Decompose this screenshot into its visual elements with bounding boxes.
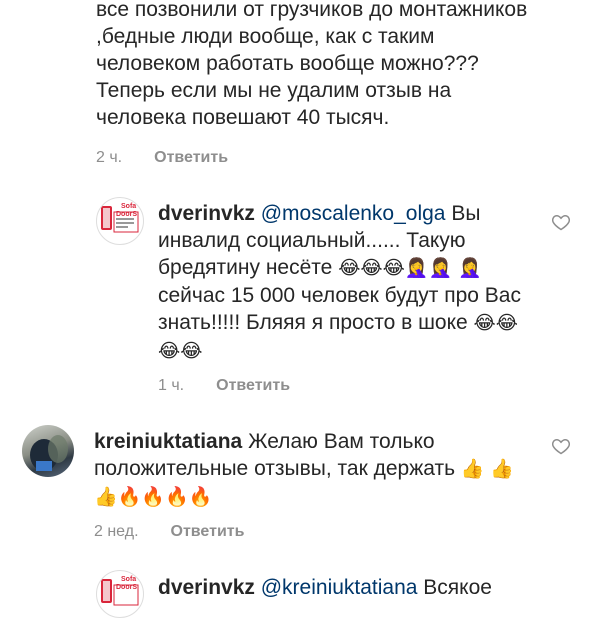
mention-link[interactable]: @kreiniuktatiana bbox=[261, 576, 418, 599]
logo-text-top: Sofa bbox=[121, 203, 136, 210]
comment-meta: 2 ч. Ответить bbox=[96, 149, 536, 167]
emoji-thumbs: 👍 bbox=[460, 459, 485, 480]
avatar[interactable]: Sofa DoorS bbox=[96, 197, 144, 245]
avatar[interactable]: Sofa DoorS bbox=[96, 570, 144, 618]
reply-item: dverinvkz @moscalenko_olga Вы инвалид со… bbox=[158, 200, 538, 395]
comment-meta: 2 нед. Ответить bbox=[94, 523, 534, 541]
mention-link[interactable]: @moscalenko_olga bbox=[261, 202, 446, 225]
comment-item: kreiniuktatiana Желаю Вам только положит… bbox=[94, 428, 534, 541]
reply-body: Всякое bbox=[417, 576, 492, 599]
reply-meta: 1 ч. Ответить bbox=[158, 377, 538, 395]
reply-button[interactable]: Ответить bbox=[216, 377, 290, 395]
emoji-group-a: 😂😂😂🤦‍♀️🤦‍♀️ bbox=[338, 258, 453, 279]
reply-text: dverinvkz @moscalenko_olga Вы инвалид со… bbox=[158, 200, 538, 365]
avatar-photo bbox=[30, 435, 68, 471]
logo-text-bottom: DoorS bbox=[116, 211, 137, 218]
avatar[interactable] bbox=[22, 425, 74, 477]
reply-body-b: сейчас 15 000 человек будут про Вас знат… bbox=[158, 284, 521, 334]
username[interactable]: dverinvkz bbox=[158, 202, 255, 225]
logo-text-bottom: DoorS bbox=[116, 584, 137, 591]
comment-item: все позвонили от грузчиков до монтажнико… bbox=[96, 0, 536, 167]
reply-text: dverinvkz @kreiniuktatiana Всякое bbox=[158, 574, 558, 601]
sofa-doors-logo: Sofa DoorS bbox=[101, 576, 139, 606]
logo-text-top: Sofa bbox=[121, 576, 136, 583]
heart-icon[interactable] bbox=[551, 212, 571, 232]
reply-item: dverinvkz @kreiniuktatiana Всякое bbox=[158, 574, 558, 601]
emoji-facepalm: 🤦‍♀️ bbox=[457, 258, 482, 279]
reply-button[interactable]: Ответить bbox=[154, 149, 228, 167]
reply-time: 1 ч. bbox=[158, 377, 185, 394]
comment-text: kreiniuktatiana Желаю Вам только положит… bbox=[94, 428, 534, 511]
comment-text: все позвонили от грузчиков до монтажнико… bbox=[96, 0, 528, 129]
heart-icon[interactable] bbox=[551, 436, 571, 456]
sofa-doors-logo: Sofa DoorS bbox=[101, 203, 139, 233]
comment-time: 2 ч. bbox=[96, 149, 123, 166]
comment-time: 2 нед. bbox=[94, 523, 139, 540]
username[interactable]: kreiniuktatiana bbox=[94, 430, 242, 453]
username[interactable]: dverinvkz bbox=[158, 576, 255, 599]
reply-button[interactable]: Ответить bbox=[171, 523, 245, 541]
